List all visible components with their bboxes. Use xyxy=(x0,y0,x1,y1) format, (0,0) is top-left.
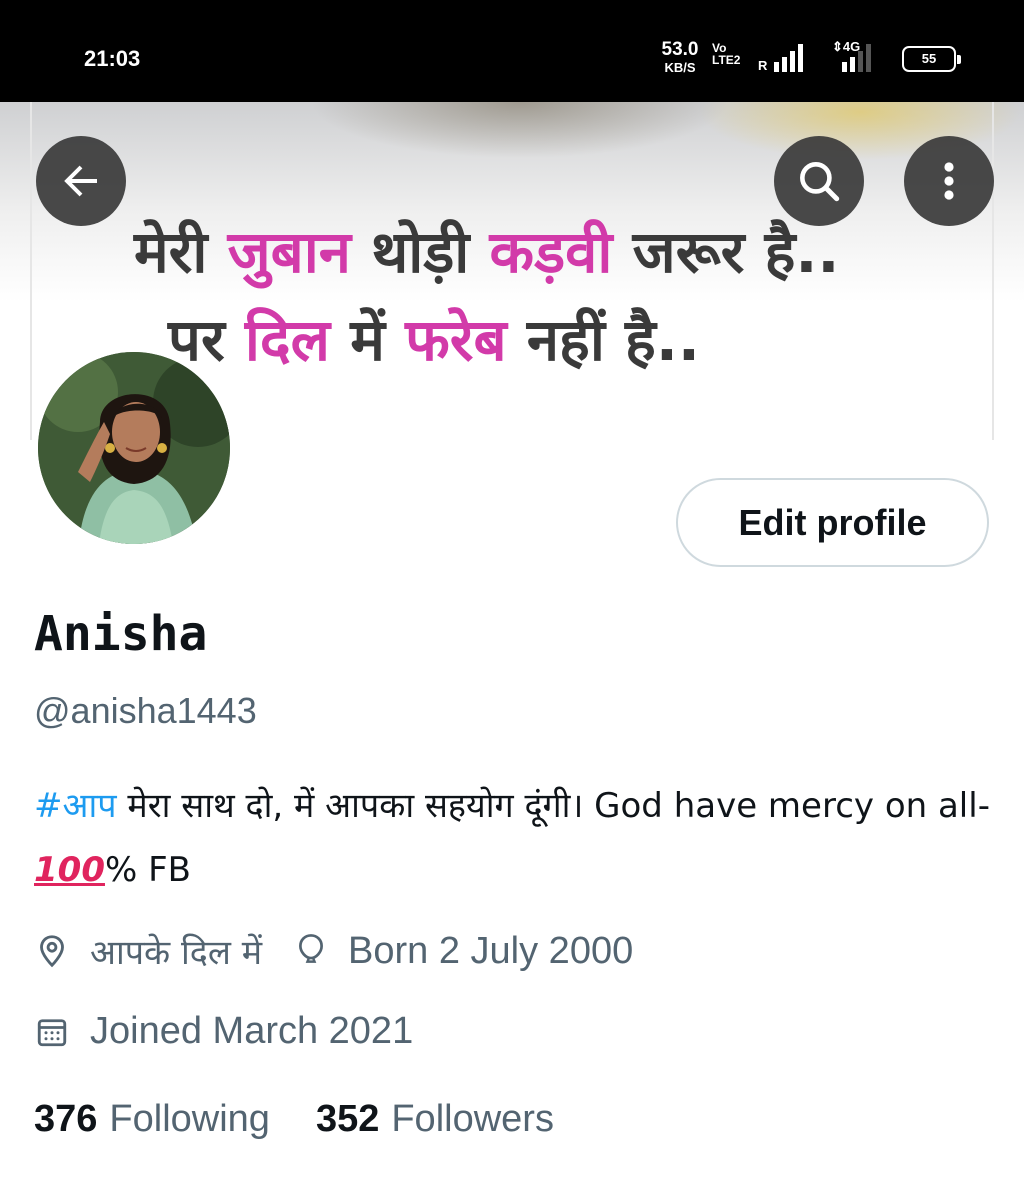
quote-word: मेरी xyxy=(134,218,228,286)
signal-strength-2-icon xyxy=(842,44,871,72)
location-pin-icon xyxy=(40,935,64,968)
profile-joined: Joined March 2021 xyxy=(34,1010,413,1053)
user-handle: @anisha1443 xyxy=(34,690,257,731)
quote-word-highlight: फरेब xyxy=(405,306,507,374)
followers-link[interactable]: 352 Followers xyxy=(316,1098,554,1141)
quote-word: में xyxy=(330,306,406,374)
following-count: 376 xyxy=(34,1098,98,1140)
avatar[interactable] xyxy=(34,348,234,548)
follow-stats: 376 Following 352 Followers xyxy=(34,1098,600,1141)
joined-text: Joined March 2021 xyxy=(90,1010,414,1052)
birthday-text: Born 2 July 2000 xyxy=(348,929,634,972)
location-text: आपके दिल में xyxy=(90,933,263,973)
banner-quote-line-2: पर दिल में फरेब नहीं है.. xyxy=(168,298,1024,377)
network-speed-value: 53.0 xyxy=(661,39,699,60)
status-time: 21:03 xyxy=(84,46,141,71)
volte-indicator: Vo LTE2 xyxy=(712,42,748,66)
quote-word-highlight: दिल xyxy=(244,306,331,374)
hundred-points-emoji: 100 xyxy=(34,850,105,890)
quote-word-highlight: कड़वी xyxy=(489,218,613,286)
roaming-indicator: R xyxy=(758,58,768,73)
quote-word: नहीं है.. xyxy=(506,306,700,374)
following-link[interactable]: 376 Following xyxy=(34,1098,270,1141)
status-bar: 21:03 53.0 KB/S Vo LTE2 R ⇕4G 55 xyxy=(0,0,1024,102)
network-speed: 53.0 KB/S xyxy=(654,40,706,74)
quote-word-highlight: जुबान xyxy=(227,218,351,286)
profile-location: आपके दिल में xyxy=(34,928,262,974)
followers-count: 352 xyxy=(315,1098,380,1140)
back-button[interactable] xyxy=(36,136,126,226)
more-options-button[interactable] xyxy=(904,136,994,226)
arrow-left-icon xyxy=(64,165,97,197)
avatar-photo xyxy=(38,352,230,544)
volte-bottom: LTE2 xyxy=(712,53,741,67)
balloon-icon xyxy=(299,934,324,963)
quote-word: थोड़ी xyxy=(351,218,490,286)
battery-level: 55 xyxy=(921,51,937,66)
bio-hashtag-link[interactable]: #आप xyxy=(34,786,117,826)
network-speed-unit: KB/S xyxy=(664,60,696,75)
quote-word: जरूर है.. xyxy=(612,218,840,286)
signal-strength-icon xyxy=(774,44,803,72)
profile-joined-row: Joined March 2021 xyxy=(34,1010,413,1053)
search-button[interactable] xyxy=(774,136,864,226)
banner-quote-line-1: मेरी जुबान थोड़ी कड़वी जरूर है.. xyxy=(134,210,1024,289)
display-name: Anisha xyxy=(34,606,208,662)
profile-birthday: Born 2 July 2000 xyxy=(294,930,633,973)
edit-profile-button[interactable]: Edit profile xyxy=(676,478,989,567)
more-vertical-icon xyxy=(944,162,954,200)
profile-meta-row: आपके दिल में Born 2 July 2000 xyxy=(34,928,633,974)
following-label: Following xyxy=(109,1098,270,1140)
bio-text: मेरा साथ दो, में आपका सहयोग दूंगी। God h… xyxy=(116,786,990,826)
bio-tail: % FB xyxy=(104,850,191,890)
followers-label: Followers xyxy=(391,1098,554,1140)
battery-icon: 55 xyxy=(902,46,961,72)
calendar-icon xyxy=(37,1018,67,1046)
profile-bio: #आप मेरा साथ दो, में आपका सहयोग दूंगी। G… xyxy=(34,774,994,902)
search-icon xyxy=(800,162,840,202)
